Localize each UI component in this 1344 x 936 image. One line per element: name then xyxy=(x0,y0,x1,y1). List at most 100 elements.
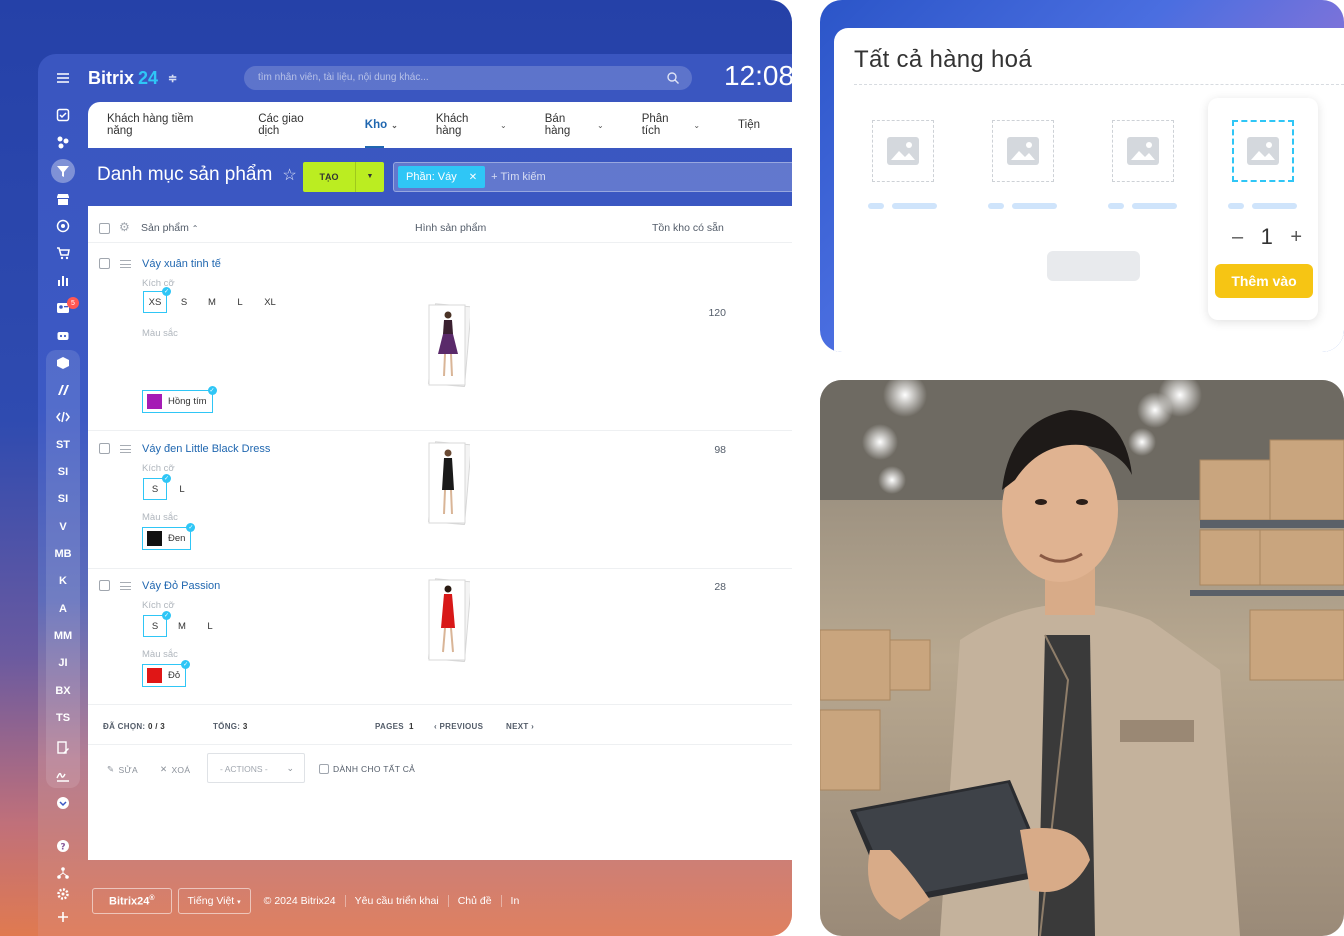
robot-icon[interactable] xyxy=(52,324,74,346)
bitrix24-brand-button[interactable]: Bitrix24® xyxy=(92,887,172,915)
sidebar-app-st[interactable]: ST xyxy=(52,434,74,456)
color-option-selected[interactable]: Hồng tím ✓ xyxy=(142,386,217,413)
product-name-link[interactable]: Váy xuân tinh tế xyxy=(142,258,221,270)
select-all-checkbox[interactable] xyxy=(99,223,110,234)
pages-value[interactable]: 1 xyxy=(409,722,414,731)
nav-item-deals[interactable]: Các giao dịch xyxy=(258,102,327,148)
size-option-selected[interactable]: S ✓ xyxy=(143,611,171,637)
product-image-dress-purple[interactable] xyxy=(426,303,470,387)
marketing-icon[interactable] xyxy=(52,379,74,401)
row-checkbox[interactable] xyxy=(99,258,110,269)
sidebar-app-ts[interactable]: TS xyxy=(52,707,74,729)
sidebar-app-v[interactable]: V xyxy=(52,516,74,538)
nav-item-inventory[interactable]: Kho ⌄ xyxy=(364,102,398,148)
size-text: XS xyxy=(148,296,162,308)
size-option-selected[interactable]: XS ✓ xyxy=(143,287,171,313)
filter-icon[interactable] xyxy=(52,160,74,182)
drag-handle-icon[interactable] xyxy=(120,445,131,453)
dropdown-arrow-icon[interactable]: ▼ xyxy=(355,162,384,192)
size-option[interactable]: L xyxy=(202,615,218,637)
product-name-link[interactable]: Váy Đỏ Passion xyxy=(142,580,220,592)
global-search-input[interactable]: tìm nhân viên, tài liệu, nội dung khác..… xyxy=(244,66,692,90)
target-icon[interactable] xyxy=(52,215,74,237)
implementation-request-link[interactable]: Yêu cầu triển khai xyxy=(344,895,448,907)
filter-search-bar[interactable]: Phần: Váy ✕ + Tìm kiếm xyxy=(393,162,792,192)
sidebar-app-a[interactable]: A xyxy=(52,598,74,620)
filter-search-input[interactable]: + Tìm kiếm xyxy=(491,171,546,183)
nav-item-sales[interactable]: Bán hàng ⌄ xyxy=(545,102,604,148)
plus-button[interactable]: + xyxy=(1290,226,1302,249)
more-down-icon[interactable] xyxy=(52,792,74,814)
sidebar-app-bx[interactable]: BX xyxy=(52,680,74,702)
bitrix24-logo[interactable]: Bitrix 24 ≑ xyxy=(88,68,177,89)
left-sidebar: 5 ST SI SI V MB K A MM JI BX TS ? xyxy=(38,54,88,936)
logo-switch-icon: ≑ xyxy=(168,73,178,85)
sidebar-app-k[interactable]: K xyxy=(52,570,74,592)
product-grid: ⚙ Sản phẩm ⌃ Hình sản phẩm Tồn kho có sẵ… xyxy=(88,206,792,860)
quantity-stepper[interactable]: – 1 + xyxy=(1232,224,1302,250)
grid-settings-icon[interactable]: ⚙ xyxy=(119,220,130,234)
color-option-selected[interactable]: Đỏ ✓ xyxy=(142,660,191,687)
sidebar-app-mm[interactable]: MM xyxy=(52,625,74,647)
check-icon: ✓ xyxy=(207,386,217,395)
nav-item-customers[interactable]: Khách hàng ⌄ xyxy=(436,102,507,148)
size-option[interactable]: L xyxy=(232,291,248,313)
drag-handle-icon[interactable] xyxy=(120,260,131,268)
apply-all-checkbox[interactable] xyxy=(319,764,329,774)
product-image-dress-black[interactable] xyxy=(426,441,470,525)
sidebar-app-ji[interactable]: JI xyxy=(52,652,74,674)
nav-item-leads[interactable]: Khách hàng tiềm năng xyxy=(107,102,220,148)
nav-item-more[interactable]: Tiện xyxy=(738,102,760,148)
remove-filter-icon[interactable]: ✕ xyxy=(469,172,477,183)
settings-gear-icon[interactable] xyxy=(52,883,74,905)
sidebar-app-si[interactable]: SI xyxy=(52,461,74,483)
code-icon[interactable] xyxy=(52,406,74,428)
document-sign-icon[interactable] xyxy=(52,737,74,759)
column-header-image[interactable]: Hình sản phẩm xyxy=(415,222,486,234)
column-header-stock[interactable]: Tồn kho có sẵn xyxy=(652,222,724,234)
row-checkbox[interactable] xyxy=(99,443,110,454)
drag-handle-icon[interactable] xyxy=(120,582,131,590)
help-icon[interactable]: ? xyxy=(52,835,74,857)
delete-button[interactable]: ✕ XOÁ xyxy=(160,764,190,775)
size-option[interactable]: L xyxy=(174,478,190,500)
filter-tag[interactable]: Phần: Váy ✕ xyxy=(398,166,486,188)
create-button[interactable]: TẠO ▼ xyxy=(303,162,384,192)
print-link[interactable]: In xyxy=(500,895,529,907)
row-checkbox[interactable] xyxy=(99,580,110,591)
actions-select[interactable]: - ACTIONS - ⌄ xyxy=(207,753,305,783)
sidebar-app-si-2[interactable]: SI xyxy=(52,488,74,510)
add-plus-icon[interactable] xyxy=(52,906,74,928)
analytics-icon[interactable] xyxy=(52,269,74,291)
color-swatch xyxy=(147,668,162,683)
sitemap-icon[interactable] xyxy=(52,862,74,884)
chevron-down-icon: ⌄ xyxy=(693,120,701,130)
apply-to-all-toggle[interactable]: DÀNH CHO TẤT CẢ xyxy=(319,764,415,774)
minus-button[interactable]: – xyxy=(1232,226,1243,249)
size-option[interactable]: S xyxy=(176,291,192,313)
product-image-dress-red[interactable] xyxy=(426,578,470,662)
themes-link[interactable]: Chủ đề xyxy=(447,895,501,907)
menu-icon[interactable] xyxy=(52,67,74,89)
size-option[interactable]: XL xyxy=(260,291,280,313)
language-selector[interactable]: Tiếng Việt ▾ xyxy=(177,888,251,914)
next-page-button[interactable]: NEXT › xyxy=(506,722,534,731)
nav-item-analytics[interactable]: Phân tích ⌄ xyxy=(642,102,700,148)
crm-icon[interactable] xyxy=(52,131,74,153)
cart-icon[interactable] xyxy=(52,242,74,264)
column-header-product[interactable]: Sản phẩm ⌃ xyxy=(141,222,199,234)
product-name-link[interactable]: Váy đen Little Black Dress xyxy=(142,443,270,455)
color-option-selected[interactable]: Đen ✓ xyxy=(142,523,196,550)
previous-page-button[interactable]: ‹ PREVIOUS xyxy=(434,722,483,731)
size-option-selected[interactable]: S ✓ xyxy=(143,474,171,500)
edit-button[interactable]: ✎ SỬA xyxy=(107,764,138,775)
sidebar-app-mb[interactable]: MB xyxy=(52,543,74,565)
size-option[interactable]: M xyxy=(204,291,220,313)
add-to-cart-button[interactable]: Thêm vào xyxy=(1215,264,1313,298)
size-option[interactable]: M xyxy=(174,615,190,637)
favorite-star-icon[interactable]: ☆ xyxy=(282,165,296,185)
tasks-icon[interactable] xyxy=(52,104,74,126)
store-icon[interactable] xyxy=(52,188,74,210)
inventory-box-icon[interactable] xyxy=(52,352,74,374)
signature-icon[interactable] xyxy=(52,764,74,786)
